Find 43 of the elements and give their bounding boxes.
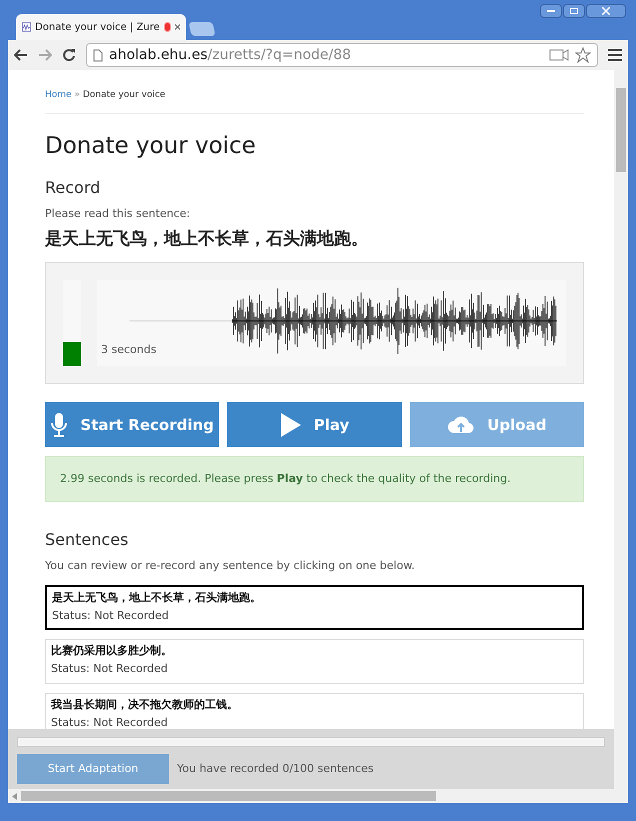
page-title: Donate your voice (45, 132, 257, 160)
scrollbar-thumb[interactable] (21, 791, 436, 802)
prompt-text: Please read this sentence: (45, 206, 192, 222)
sentence-text: 比赛仍采用以多胜少制。 (51, 642, 173, 659)
play-icon (280, 412, 302, 438)
section-heading: Sentences (45, 529, 130, 552)
hint-text: You can review or re-record any sentence by clicking on one below. (45, 558, 416, 574)
record-button[interactable]: Start Recording (45, 402, 220, 448)
cloud-upload-icon (447, 416, 476, 434)
maximize-button[interactable] (563, 4, 585, 18)
star-icon[interactable] (575, 47, 591, 63)
sentence-text: 是天上无飞鸟，地上不长草，石头满地跑。 (52, 590, 262, 606)
status-text: Status: Not Recorded (51, 715, 169, 730)
camera-icon[interactable] (549, 49, 569, 61)
minimize-button[interactable] (540, 4, 562, 18)
scrollbar-thumb[interactable] (616, 88, 626, 172)
waveform-icon (22, 20, 32, 34)
breadcrumb-current: Donate your voice (82, 90, 166, 100)
sentence-text: 我当县长期间，决不拖欠教师的工钱。 (51, 696, 239, 713)
section-heading: Record (45, 177, 102, 200)
summary-text: You have recorded 0/100 sentences (177, 761, 374, 778)
status-text: Status: Not Recorded (51, 661, 169, 678)
url-text: aholab.ehu.es/zuretts/?q=node/88 (109, 46, 352, 64)
tab-title: Donate your voice | Zure (35, 20, 160, 34)
sentence-card[interactable]: 比赛仍采用以多胜少制。 Status: Not Recorded (45, 638, 584, 684)
breadcrumb-separator: » (73, 90, 81, 100)
duration-text: 3 seconds (101, 342, 156, 358)
close-button[interactable] (586, 4, 626, 18)
home-link[interactable]: Home (45, 90, 72, 100)
menu-icon[interactable] (608, 49, 622, 61)
status-text: Status: Not Recorded (52, 608, 170, 624)
address-bar[interactable]: aholab.ehu.es/zuretts/?q=node/88 (86, 43, 598, 67)
play-button[interactable]: Play (227, 402, 402, 448)
success-alert: 2.99 seconds is recorded. Please press Play to check the quality of the recording. (45, 456, 584, 502)
sentence-text: 是天上无飞鸟，地上不长草，石头满地跑。 (45, 228, 369, 251)
microphone-icon (50, 412, 68, 438)
close-icon (602, 7, 610, 15)
reload-icon[interactable] (62, 48, 76, 62)
page-icon (93, 48, 103, 62)
back-icon[interactable] (14, 48, 28, 62)
sentence-card[interactable]: 是天上无飞鸟，地上不长草，石头满地跑。 Status: Not Recorded (45, 584, 584, 630)
browser-tab[interactable]: Donate your voice | Zure (16, 14, 186, 40)
close-tab-icon[interactable] (174, 23, 180, 31)
